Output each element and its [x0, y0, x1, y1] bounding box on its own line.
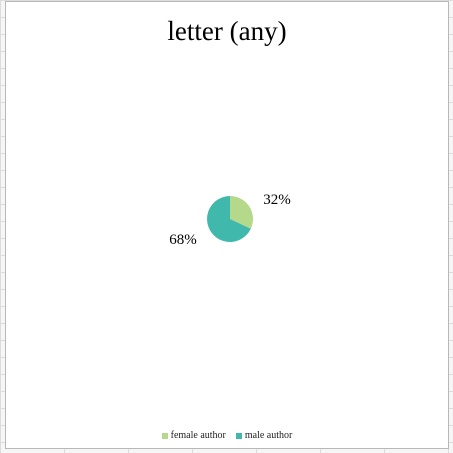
data-label-male-author: 68%	[169, 232, 197, 248]
legend-label-female-author: female author	[170, 430, 226, 441]
chart-area[interactable]: letter (any) 32% 68% female author male a…	[5, 1, 449, 449]
pie-chart: 32% 68%	[169, 192, 291, 248]
legend-swatch-male-author	[235, 432, 242, 439]
legend-label-male-author: male author	[244, 430, 293, 441]
legend-swatch-female-author	[161, 432, 168, 439]
legend-item-female-author: female author	[161, 430, 226, 441]
legend-item-male-author: male author	[235, 430, 293, 441]
data-label-female-author: 32%	[263, 192, 291, 208]
chart-legend: female author male author	[6, 430, 448, 441]
